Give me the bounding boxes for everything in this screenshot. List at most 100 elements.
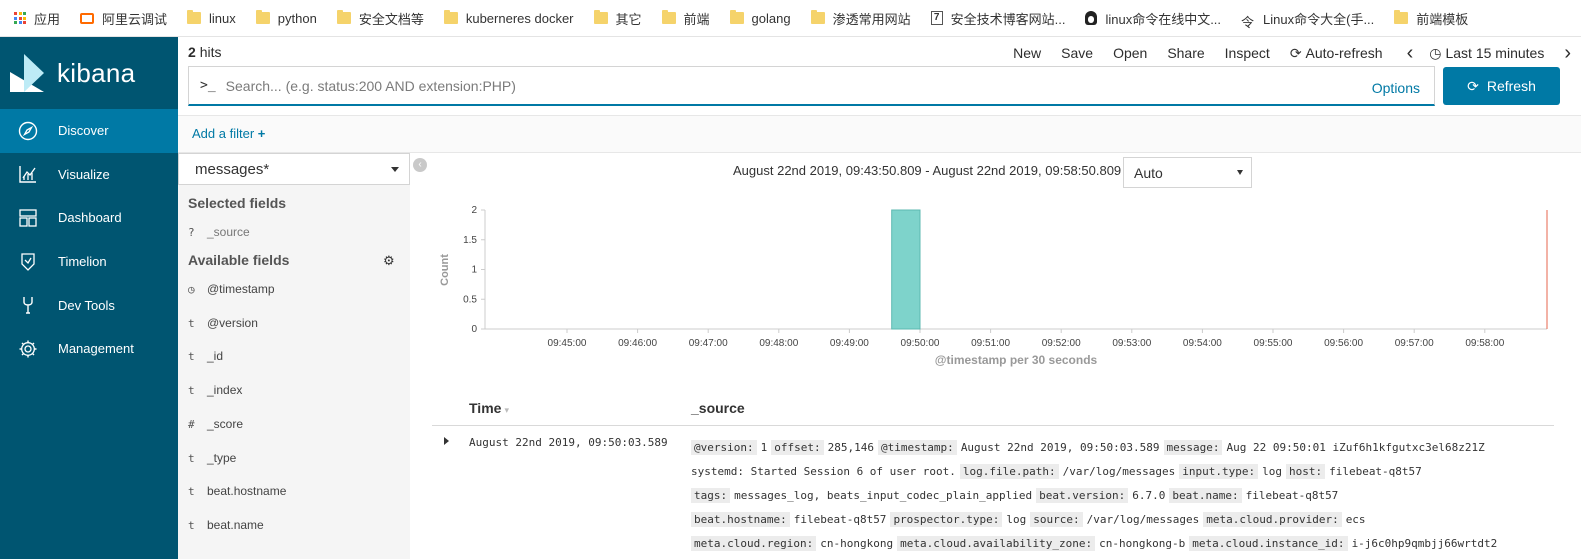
- bookmark-folder-kubernetes[interactable]: kuberneres docker: [443, 10, 574, 26]
- bookmark-apps[interactable]: 应用: [14, 9, 60, 28]
- column-header-source[interactable]: _source: [691, 400, 745, 416]
- compass-icon: [18, 121, 38, 140]
- interval-label: Auto: [1134, 164, 1163, 181]
- field-item[interactable]: t _index: [188, 383, 242, 397]
- bookmark-label: 其它: [615, 11, 642, 27]
- y-tick-label: 0: [471, 324, 477, 335]
- auto-refresh-button[interactable]: ⟳ Auto-refresh: [1290, 45, 1383, 62]
- bookmark-aliyun[interactable]: 阿里云调试: [80, 9, 167, 28]
- timelion-icon: [21, 252, 35, 271]
- time-forward-button[interactable]: ›: [1564, 42, 1571, 65]
- field-name: @version: [207, 316, 258, 330]
- chart-axes: 0 0.5 1 1.5 2 09:45:00 09:46:00 09:47:00 09:48:0…: [463, 205, 1548, 349]
- bookmark-label: 安全技术博客网站...: [950, 11, 1066, 27]
- sort-icon[interactable]: ▾: [504, 405, 509, 415]
- apps-grid-icon: [14, 12, 26, 24]
- bookmark-label: 前端模板: [1416, 11, 1469, 27]
- field-type-icon: ?: [188, 225, 195, 239]
- source-field-value: filebeat-q8t57: [1329, 465, 1422, 478]
- save-button[interactable]: Save: [1061, 45, 1093, 61]
- kibana-logo[interactable]: kibana: [0, 37, 178, 109]
- nav-timelion[interactable]: Timelion: [0, 240, 178, 284]
- source-field-value: i-j6c0hp9qmbjj66wrtdt2: [1351, 537, 1498, 550]
- search-input[interactable]: [225, 77, 1372, 94]
- options-button[interactable]: Options: [1372, 80, 1420, 96]
- kibana-logo-icon: [10, 54, 44, 92]
- folder-icon: [336, 10, 351, 24]
- plus-icon: +: [257, 126, 266, 141]
- bookmark-folder-python[interactable]: python: [255, 10, 317, 26]
- hits-count: 2 hits: [188, 44, 221, 60]
- source-line: systemd: Started Session 6 of user root.…: [691, 460, 1561, 484]
- bookmark-folder-frontend-templates[interactable]: 前端模板: [1394, 9, 1468, 28]
- source-field-value: log: [1006, 513, 1027, 526]
- clock-icon: ◷: [188, 282, 195, 296]
- bookmark-label: golang: [751, 10, 791, 26]
- chevron-down-icon: [391, 167, 399, 172]
- bookmark-folder-security-docs[interactable]: 安全文档等: [336, 9, 424, 28]
- bookmark-folder-other[interactable]: 其它: [593, 9, 642, 28]
- index-pattern-select[interactable]: messages*: [178, 153, 410, 185]
- column-header-time[interactable]: Time ▾: [469, 400, 509, 416]
- bookmark-label: linux命令在线中文...: [1105, 11, 1222, 27]
- number-type-icon: #: [188, 417, 195, 431]
- field-item[interactable]: t _id: [188, 349, 223, 363]
- bookmark-folder-frontend[interactable]: 前端: [661, 9, 710, 28]
- clock-icon: ◷: [1429, 44, 1442, 61]
- share-button[interactable]: Share: [1167, 45, 1204, 61]
- field-item[interactable]: t beat.hostname: [188, 484, 286, 498]
- command-icon: 令: [1241, 15, 1255, 30]
- nav-dashboard[interactable]: Dashboard: [0, 196, 178, 240]
- string-type-icon: t: [188, 316, 195, 330]
- source-field-key: meta.cloud.region:: [691, 536, 817, 551]
- source-field-key: meta.cloud.availability_zone:: [897, 536, 1096, 551]
- source-field-key: beat.version:: [1036, 488, 1129, 503]
- bookmark-linux-manual[interactable]: 令 Linux命令大全(手...: [1241, 9, 1374, 31]
- nav-label: Discover: [58, 123, 109, 139]
- field-item[interactable]: # _score: [188, 417, 243, 431]
- field-item[interactable]: t _type: [188, 451, 236, 465]
- field-item[interactable]: t beat.name: [188, 518, 264, 532]
- interval-select[interactable]: Auto: [1123, 157, 1252, 188]
- nav-management[interactable]: Management: [0, 327, 178, 371]
- inspect-button[interactable]: Inspect: [1225, 45, 1270, 61]
- source-field-key: host:: [1285, 464, 1326, 479]
- auto-refresh-label: Auto-refresh: [1305, 44, 1383, 61]
- bookmark-label: 阿里云调试: [102, 11, 168, 27]
- bookmark-folder-golang[interactable]: golang: [729, 10, 791, 26]
- new-button[interactable]: New: [1013, 45, 1041, 61]
- selected-fields-title: Selected fields: [188, 195, 287, 211]
- bookmark-folder-pentest[interactable]: 渗透常用网站: [810, 9, 911, 28]
- string-type-icon: t: [188, 518, 195, 532]
- bookmark-security-blogs[interactable]: 7 安全技术博客网站...: [930, 9, 1066, 28]
- source-field-value: ecs: [1345, 513, 1366, 526]
- time-picker-button[interactable]: ◷ Last 15 minutes: [1429, 45, 1544, 62]
- source-field-value: cn-hongkong-b: [1099, 537, 1186, 550]
- expand-row-icon[interactable]: [444, 437, 449, 445]
- source-field-value: cn-hongkong: [820, 537, 894, 550]
- chevron-down-icon: [1237, 170, 1243, 175]
- source-field-key: log.file.path:: [959, 464, 1059, 479]
- nav-dev-tools[interactable]: Dev Tools: [0, 283, 178, 327]
- field-item[interactable]: t @version: [188, 316, 258, 330]
- field-item[interactable]: ◷ @timestamp: [188, 282, 275, 296]
- open-button[interactable]: Open: [1113, 45, 1147, 61]
- bookmark-folder-linux[interactable]: linux: [187, 10, 236, 26]
- time-back-button[interactable]: ‹: [1407, 42, 1414, 65]
- histogram-chart: 0 0.5 1 1.5 2 09:45:00 09:46:00 09:47:00 09:48:0…: [439, 205, 1548, 367]
- source-field-value: 1: [760, 441, 768, 454]
- add-filter-button[interactable]: Add a filter +: [192, 126, 265, 141]
- collapse-sidebar-button[interactable]: ‹: [413, 158, 427, 172]
- nav-discover[interactable]: Discover: [0, 109, 178, 153]
- index-pattern-label: messages*: [195, 160, 270, 178]
- x-tick-label: 09:46:00: [618, 338, 657, 349]
- source-line: tags: messages_log, beats_input_codec_pla…: [691, 484, 1561, 508]
- nav-label: Dev Tools: [58, 297, 115, 313]
- refresh-button[interactable]: ⟳ Refresh: [1443, 67, 1560, 105]
- field-item-source[interactable]: ? _source: [188, 225, 250, 239]
- nav-visualize[interactable]: Visualize: [0, 153, 178, 197]
- field-settings-gear-icon[interactable]: ⚙: [383, 253, 395, 269]
- source-field-value: messages_log, beats_input_codec_plain_ap…: [734, 489, 1033, 502]
- refresh-icon: ⟳: [1467, 77, 1479, 94]
- bookmark-linux-commands[interactable]: linux命令在线中文...: [1085, 9, 1221, 28]
